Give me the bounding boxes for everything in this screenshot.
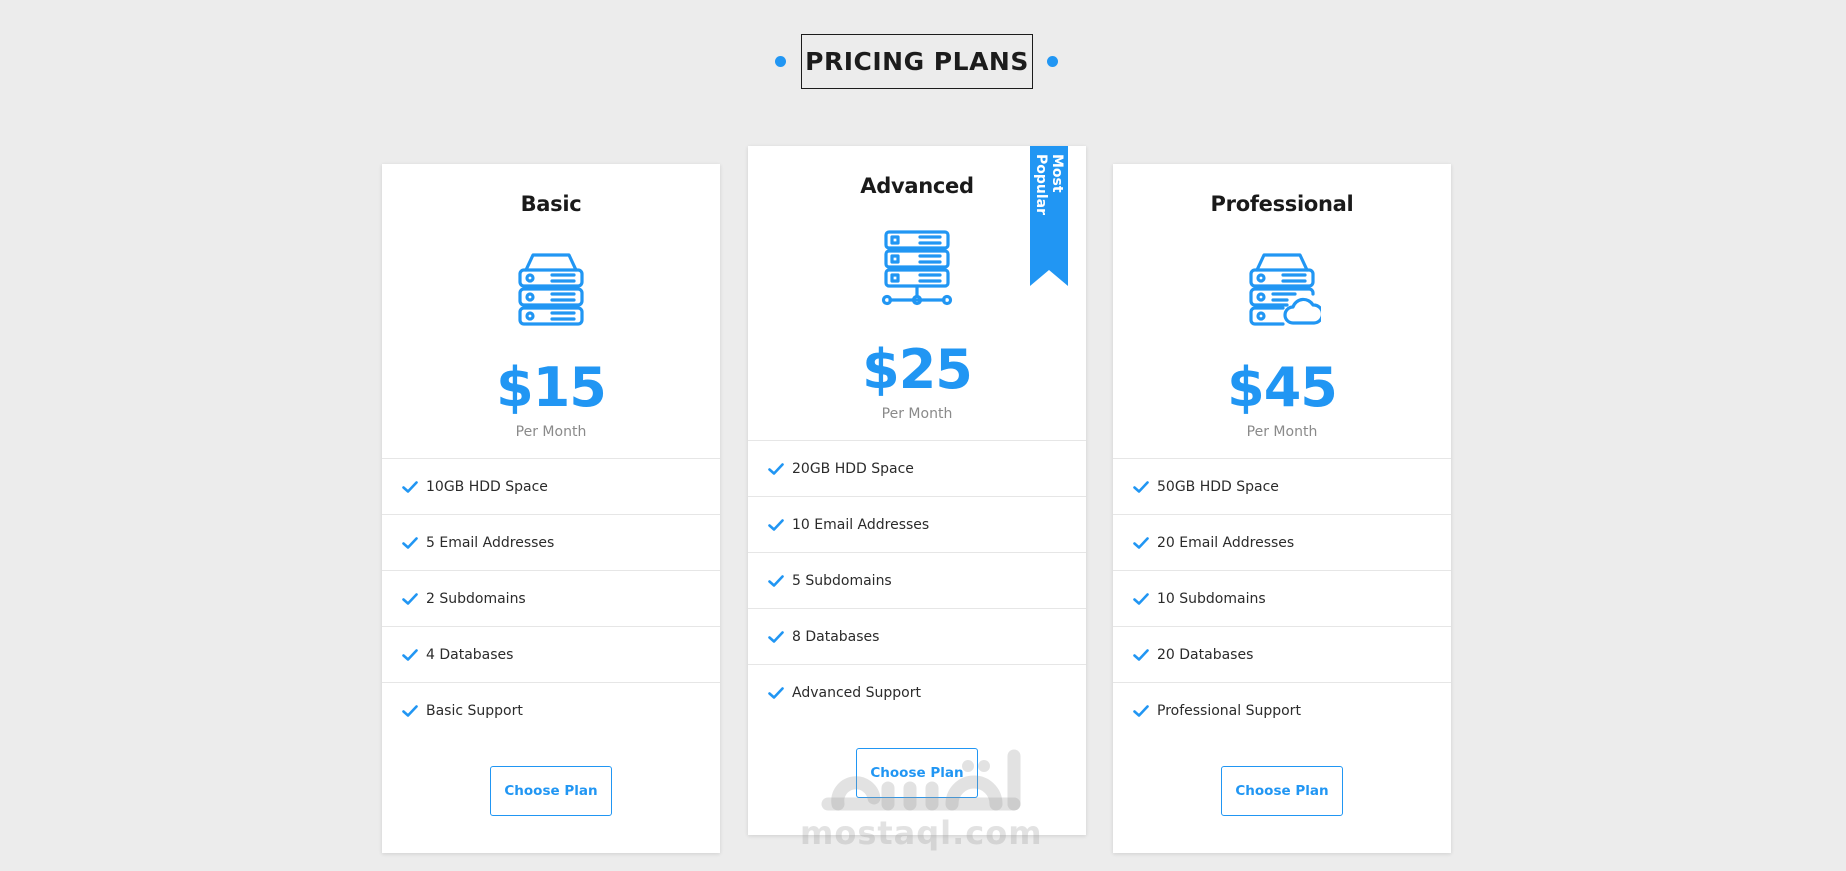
check-icon [768,574,784,587]
list-item: 10 Email Addresses [748,497,1086,553]
list-item: 4 Databases [382,627,720,683]
plan-card-professional: Professional $45 Per Month 50GB HDD Spac… [1113,164,1451,853]
feature-list: 10GB HDD Space 5 Email Addresses 2 Subdo… [382,458,720,739]
server-network-icon [878,230,956,312]
check-icon [1133,705,1149,717]
choose-plan-button[interactable]: Choose Plan [856,748,978,798]
check-icon [1133,592,1149,605]
check-icon [1133,648,1149,661]
plan-card-basic: Basic $15 Per Month 10GB HDD Space 5 Ema… [382,164,720,853]
feature-list: 20GB HDD Space 10 Email Addresses 5 Subd… [748,440,1086,721]
list-item: 20 Databases [1113,627,1451,683]
feature-label: 10GB HDD Space [426,478,548,495]
page-title: PRICING PLANS [801,34,1033,89]
feature-label: 4 Databases [426,646,514,663]
check-icon [768,462,784,475]
check-icon [402,705,418,717]
plan-period: Per Month [1246,424,1318,440]
heading-dot-right [1047,56,1058,67]
feature-label: 50GB HDD Space [1157,478,1279,495]
feature-label: 10 Subdomains [1157,590,1266,607]
plan-period: Per Month [515,424,587,440]
plan-price: $15 [496,356,607,419]
list-item: 10GB HDD Space [382,459,720,515]
check-icon [402,592,418,605]
check-icon [768,630,784,643]
list-item: 50GB HDD Space [1113,459,1451,515]
plan-card-advanced: Most Popular Advanced $25 Per Month 20GB… [748,146,1086,835]
check-icon [1133,480,1149,493]
list-item: Advanced Support [748,665,1086,721]
plan-name: Professional [1210,192,1354,216]
plan-period: Per Month [881,406,953,422]
feature-label: 10 Email Addresses [792,516,930,533]
feature-label: Advanced Support [792,685,921,701]
list-item: 20GB HDD Space [748,441,1086,497]
feature-label: 20 Email Addresses [1157,534,1295,551]
feature-label: 5 Email Addresses [426,534,555,551]
plan-price: $25 [862,338,973,401]
list-item: 2 Subdomains [382,571,720,627]
check-icon [402,480,418,493]
feature-label: 20GB HDD Space [792,460,914,477]
pricing-page: PRICING PLANS Basic $15 Per Month 10GB H… [0,0,1846,871]
check-icon [402,536,418,549]
list-item: 10 Subdomains [1113,571,1451,627]
feature-label: 8 Databases [792,628,880,645]
server-stack-icon [512,248,590,330]
feature-label: Basic Support [426,703,523,719]
feature-list: 50GB HDD Space 20 Email Addresses 10 Sub… [1113,458,1451,739]
list-item: 5 Subdomains [748,553,1086,609]
plan-price: $45 [1227,356,1338,419]
check-icon [402,648,418,661]
heading-dot-left [775,56,786,67]
list-item: Professional Support [1113,683,1451,739]
plan-name: Advanced [860,174,974,198]
feature-label: 20 Databases [1157,646,1254,663]
feature-label: 2 Subdomains [426,590,526,607]
plan-name: Basic [520,192,582,216]
check-icon [768,687,784,699]
choose-plan-button[interactable]: Choose Plan [490,766,612,816]
list-item: 20 Email Addresses [1113,515,1451,571]
feature-label: Professional Support [1157,703,1301,719]
choose-plan-button[interactable]: Choose Plan [1221,766,1343,816]
server-cloud-icon [1243,248,1325,330]
list-item: 8 Databases [748,609,1086,665]
feature-label: 5 Subdomains [792,572,892,589]
list-item: Basic Support [382,683,720,739]
check-icon [768,518,784,531]
check-icon [1133,536,1149,549]
list-item: 5 Email Addresses [382,515,720,571]
